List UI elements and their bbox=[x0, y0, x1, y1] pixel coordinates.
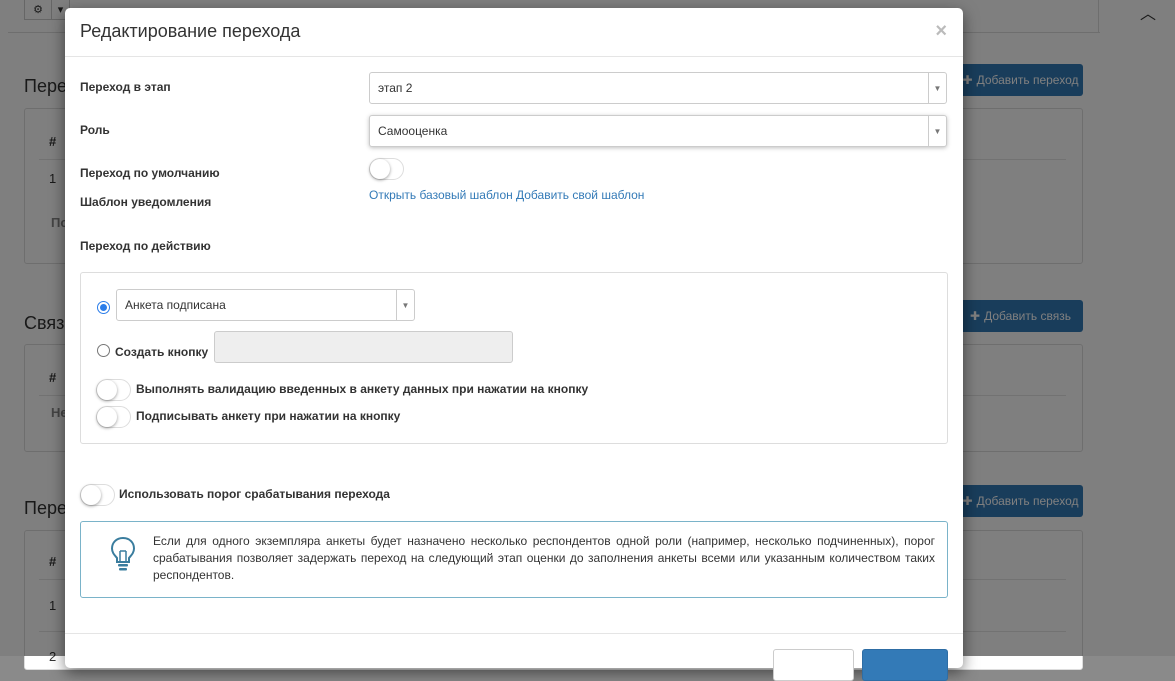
validate-label: Выполнять валидацию введенных в анкету д… bbox=[136, 382, 589, 396]
role-label: Роль bbox=[80, 123, 110, 137]
threshold-toggle[interactable] bbox=[80, 484, 115, 506]
default-transition-toggle[interactable] bbox=[369, 158, 404, 180]
modal-title: Редактирование перехода bbox=[80, 21, 301, 41]
chevron-down-icon: ▼ bbox=[928, 73, 946, 103]
validate-toggle[interactable] bbox=[96, 379, 131, 401]
create-button-label: Создать кнопку bbox=[115, 345, 209, 359]
lightbulb-icon bbox=[110, 536, 136, 571]
chevron-down-icon: ▼ bbox=[928, 116, 946, 146]
action-transition-label: Переход по действию bbox=[80, 239, 211, 253]
add-own-template-link[interactable]: Добавить свой шаблон bbox=[516, 188, 644, 202]
save-button[interactable] bbox=[862, 649, 948, 681]
sign-label: Подписывать анкету при нажатии на кнопку bbox=[136, 409, 401, 423]
default-transition-label: Переход по умолчанию bbox=[80, 166, 220, 180]
button-name-input[interactable] bbox=[214, 331, 513, 363]
cancel-button[interactable] bbox=[773, 649, 854, 681]
modal-header: Редактирование перехода × bbox=[65, 8, 963, 57]
stage-label: Переход в этап bbox=[80, 80, 171, 94]
event-select[interactable]: Анкета подписана ▼ bbox=[116, 289, 415, 321]
open-base-template-link[interactable]: Открыть базовый шаблон bbox=[369, 188, 513, 202]
close-icon[interactable]: × bbox=[935, 21, 947, 41]
modal-footer bbox=[65, 633, 963, 634]
info-alert: Если для одного экземпляра анкеты будет … bbox=[80, 521, 948, 598]
sign-toggle[interactable] bbox=[96, 406, 131, 428]
event-radio[interactable] bbox=[97, 301, 110, 314]
info-text: Если для одного экземпляра анкеты будет … bbox=[153, 534, 935, 582]
chevron-down-icon: ▼ bbox=[396, 290, 414, 320]
stage-select[interactable]: этап 2 ▼ bbox=[369, 72, 947, 104]
threshold-label: Использовать порог срабатывания перехода bbox=[119, 487, 390, 501]
edit-transition-modal: Редактирование перехода × Переход в этап… bbox=[65, 8, 963, 668]
create-button-radio[interactable] bbox=[97, 344, 110, 357]
action-group: Анкета подписана ▼ Создать кнопку Выполн… bbox=[80, 272, 948, 444]
notification-template-label: Шаблон уведомления bbox=[80, 195, 212, 209]
role-select[interactable]: Самооценка ▼ bbox=[369, 115, 947, 147]
